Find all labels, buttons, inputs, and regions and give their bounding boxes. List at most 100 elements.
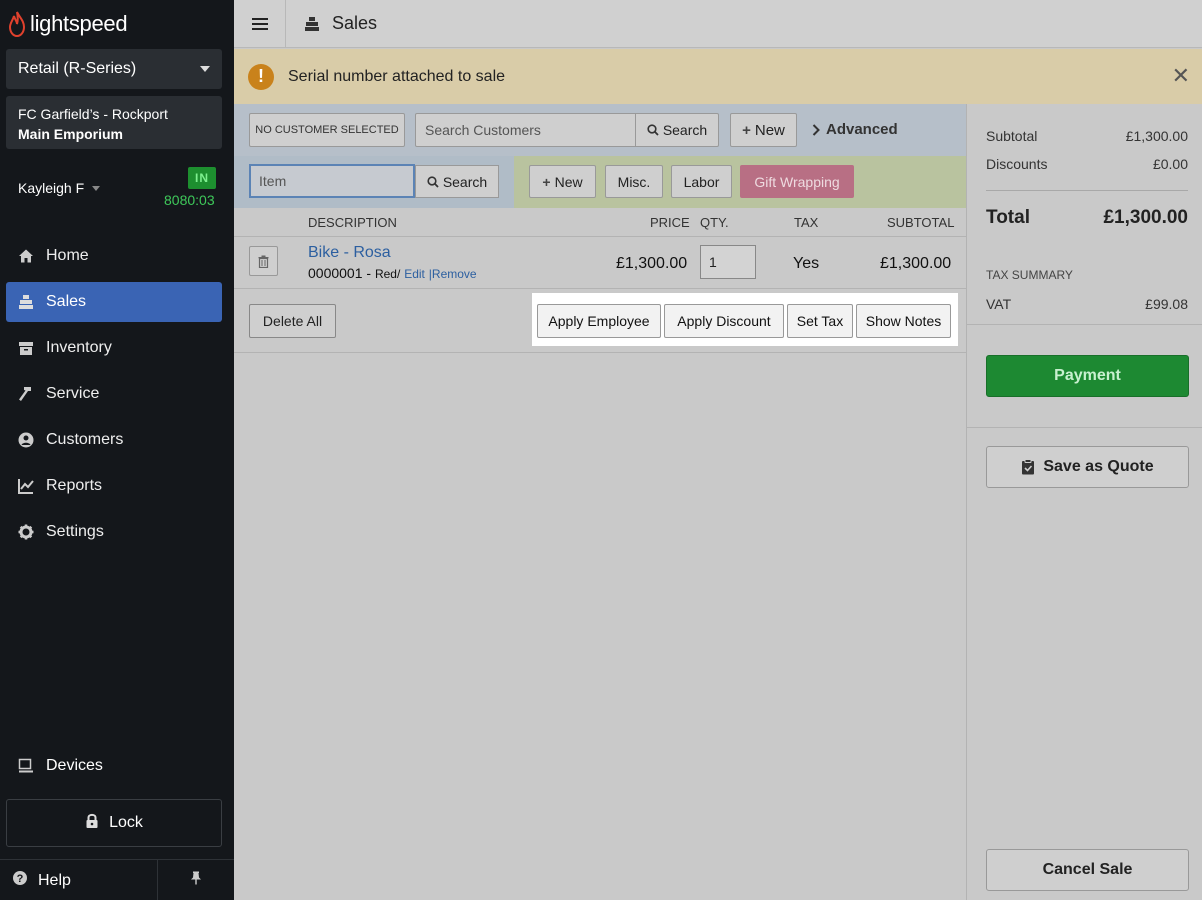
clipboard-icon (1022, 459, 1035, 475)
subtotal-label: Subtotal (986, 128, 1038, 144)
lock-button[interactable]: Lock (6, 799, 222, 847)
user-menu[interactable]: Kayleigh F (18, 180, 101, 196)
vat-label: VAT (986, 296, 1012, 312)
cancel-sale-button[interactable]: Cancel Sale (986, 849, 1189, 891)
discounts-label: Discounts (986, 156, 1048, 172)
home-icon (18, 248, 34, 264)
apply-discount-button[interactable]: Apply Discount (664, 304, 784, 338)
save-as-quote-button[interactable]: Save as Quote (986, 446, 1189, 488)
search-label: Search (662, 122, 708, 138)
advanced-label: Advanced (826, 121, 898, 138)
apply-employee-button[interactable]: Apply Employee (537, 304, 661, 338)
search-icon (427, 175, 439, 188)
main-nav: Home Sales Inventory Service Customers R… (6, 236, 222, 558)
divider (986, 190, 1188, 191)
lock-icon (85, 813, 99, 834)
account-select[interactable]: Retail (R-Series) (6, 49, 222, 89)
col-description: DESCRIPTION (308, 215, 397, 230)
chart-icon (18, 478, 34, 494)
remove-line-button[interactable] (249, 246, 278, 276)
nav-label: Devices (46, 757, 103, 774)
chevron-down-icon (200, 66, 210, 72)
payment-button[interactable]: Payment (986, 355, 1189, 397)
alert-banner: ! Serial number attached to sale ✕ (234, 49, 1202, 104)
account-select-label: Retail (R-Series) (18, 60, 137, 77)
store-name: FC Garfield’s - Rockport (18, 106, 168, 122)
total-label: Total (986, 207, 1030, 228)
remove-link[interactable]: Remove (432, 267, 477, 281)
item-search-input[interactable]: Item (249, 164, 415, 198)
svg-text:?: ? (17, 873, 24, 885)
discounts-value: £0.00 (1152, 156, 1188, 172)
new-item-button[interactable]: + New (529, 165, 596, 198)
nav-label: Inventory (46, 339, 112, 356)
sidebar-footer: ? Help (0, 859, 234, 900)
subtotal-row: Subtotal £1,300.00 (986, 128, 1188, 144)
customer-search-input[interactable]: Search Customers (415, 113, 636, 147)
nav-item-customers[interactable]: Customers (6, 420, 222, 460)
advanced-toggle[interactable]: Advanced (812, 121, 898, 138)
vat-row: VAT £99.08 (986, 296, 1188, 312)
no-customer-button[interactable]: NO CUSTOMER SELECTED (249, 113, 405, 147)
item-details: 0000001 - Red/ Edit |Remove (308, 265, 477, 281)
labor-button[interactable]: Labor (671, 165, 732, 198)
lock-label: Lock (109, 814, 143, 831)
col-tax: TAX (794, 215, 819, 230)
new-customer-button[interactable]: + New (730, 113, 797, 147)
total-value: £1,300.00 (1103, 207, 1188, 228)
store-selector[interactable]: FC Garfield’s - Rockport Main Emporium (6, 96, 222, 149)
nav-item-service[interactable]: Service (6, 374, 222, 414)
page-title-text: Sales (332, 13, 378, 33)
pin-sidebar-button[interactable] (158, 860, 234, 900)
monitor-icon (18, 758, 34, 774)
search-icon (647, 124, 659, 136)
quote-label: Save as Quote (1043, 458, 1154, 475)
menu-toggle-button[interactable] (234, 0, 286, 48)
tax-summary-title: TAX SUMMARY (986, 268, 1073, 282)
misc-button[interactable]: Misc. (605, 165, 663, 198)
gear-icon (18, 524, 34, 540)
register-icon (18, 294, 34, 310)
quantity-input[interactable]: 1 (700, 245, 756, 279)
box-icon (18, 340, 34, 356)
clock-in-badge[interactable]: IN (188, 167, 216, 189)
sale-actions: Delete All Apply Employee Apply Discount… (234, 289, 966, 353)
nav-item-devices[interactable]: Devices (18, 757, 103, 775)
delete-all-button[interactable]: Delete All (249, 304, 336, 338)
actions-highlight: Apply Employee Apply Discount Set Tax Sh… (532, 293, 958, 346)
page-title: Sales (286, 13, 377, 34)
warning-icon: ! (248, 63, 274, 90)
set-tax-button[interactable]: Set Tax (787, 304, 853, 338)
vat-value: £99.08 (1145, 296, 1188, 312)
show-notes-button[interactable]: Show Notes (856, 304, 951, 338)
alert-message: Serial number attached to sale (288, 67, 506, 85)
nav-item-settings[interactable]: Settings (6, 512, 222, 552)
customer-search-button[interactable]: Search (635, 113, 719, 147)
edit-link[interactable]: Edit (404, 267, 425, 281)
item-name-link[interactable]: Bike - Rosa (308, 244, 391, 262)
hammer-icon (18, 386, 34, 402)
help-label: Help (38, 871, 71, 889)
table-row: Bike - Rosa 0000001 - Red/ Edit |Remove … (234, 237, 966, 289)
top-bar: Sales (234, 0, 1202, 48)
help-button[interactable]: ? Help (0, 860, 158, 900)
nav-item-sales[interactable]: Sales (6, 282, 222, 322)
nav-item-inventory[interactable]: Inventory (6, 328, 222, 368)
user-name: Kayleigh F (18, 180, 85, 196)
logo-text: lightspeed (30, 11, 128, 36)
search-label: Search (442, 173, 488, 190)
lightspeed-logo[interactable]: lightspeed (8, 10, 128, 38)
total-row: Total £1,300.00 (986, 207, 1188, 229)
nav-label: Sales (46, 293, 87, 310)
sale-table-header: DESCRIPTION PRICE QTY. TAX SUBTOTAL (234, 208, 966, 237)
nav-label: Customers (46, 431, 124, 448)
help-icon: ? (12, 870, 28, 891)
nav-item-reports[interactable]: Reports (6, 466, 222, 506)
close-icon[interactable]: ✕ (1172, 65, 1190, 87)
store-location: Main Emporium (18, 126, 124, 142)
gift-wrapping-button[interactable]: Gift Wrapping (740, 165, 854, 198)
nav-item-home[interactable]: Home (6, 236, 222, 276)
new-label: New (554, 173, 583, 190)
item-search-button[interactable]: Search (415, 165, 499, 198)
hamburger-icon (251, 17, 268, 30)
